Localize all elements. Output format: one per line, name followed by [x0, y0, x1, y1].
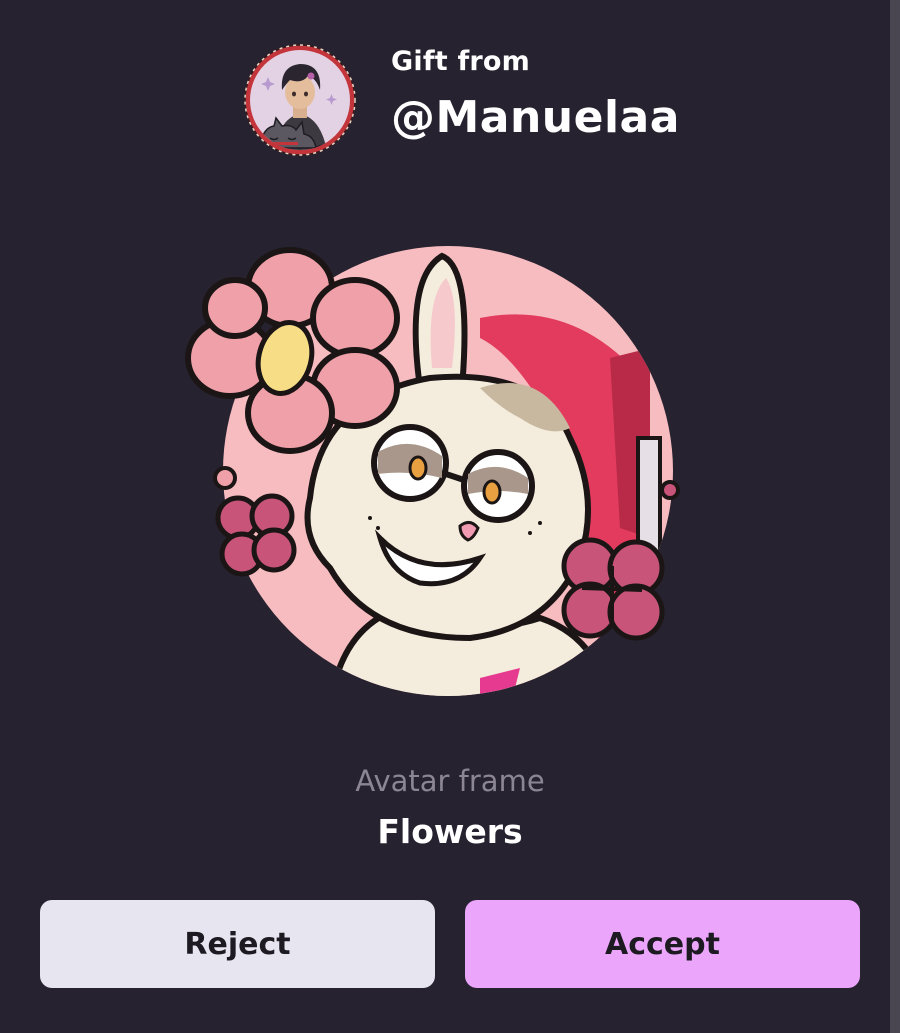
- avatar-frame-preview: [185, 246, 680, 696]
- reject-button[interactable]: Reject: [40, 900, 435, 988]
- gift-dialog: Gift from @Manuelaa Avatar frame Flowers…: [0, 0, 900, 1033]
- item-name: Flowers: [377, 812, 523, 851]
- sender-avatar[interactable]: [244, 44, 356, 156]
- accept-button[interactable]: Accept: [465, 900, 860, 988]
- item-type-label: Avatar frame: [355, 764, 545, 798]
- sender-username[interactable]: @Manuelaa: [391, 92, 680, 143]
- scrollbar[interactable]: [890, 0, 900, 1033]
- gift-from-label: Gift from: [391, 46, 531, 77]
